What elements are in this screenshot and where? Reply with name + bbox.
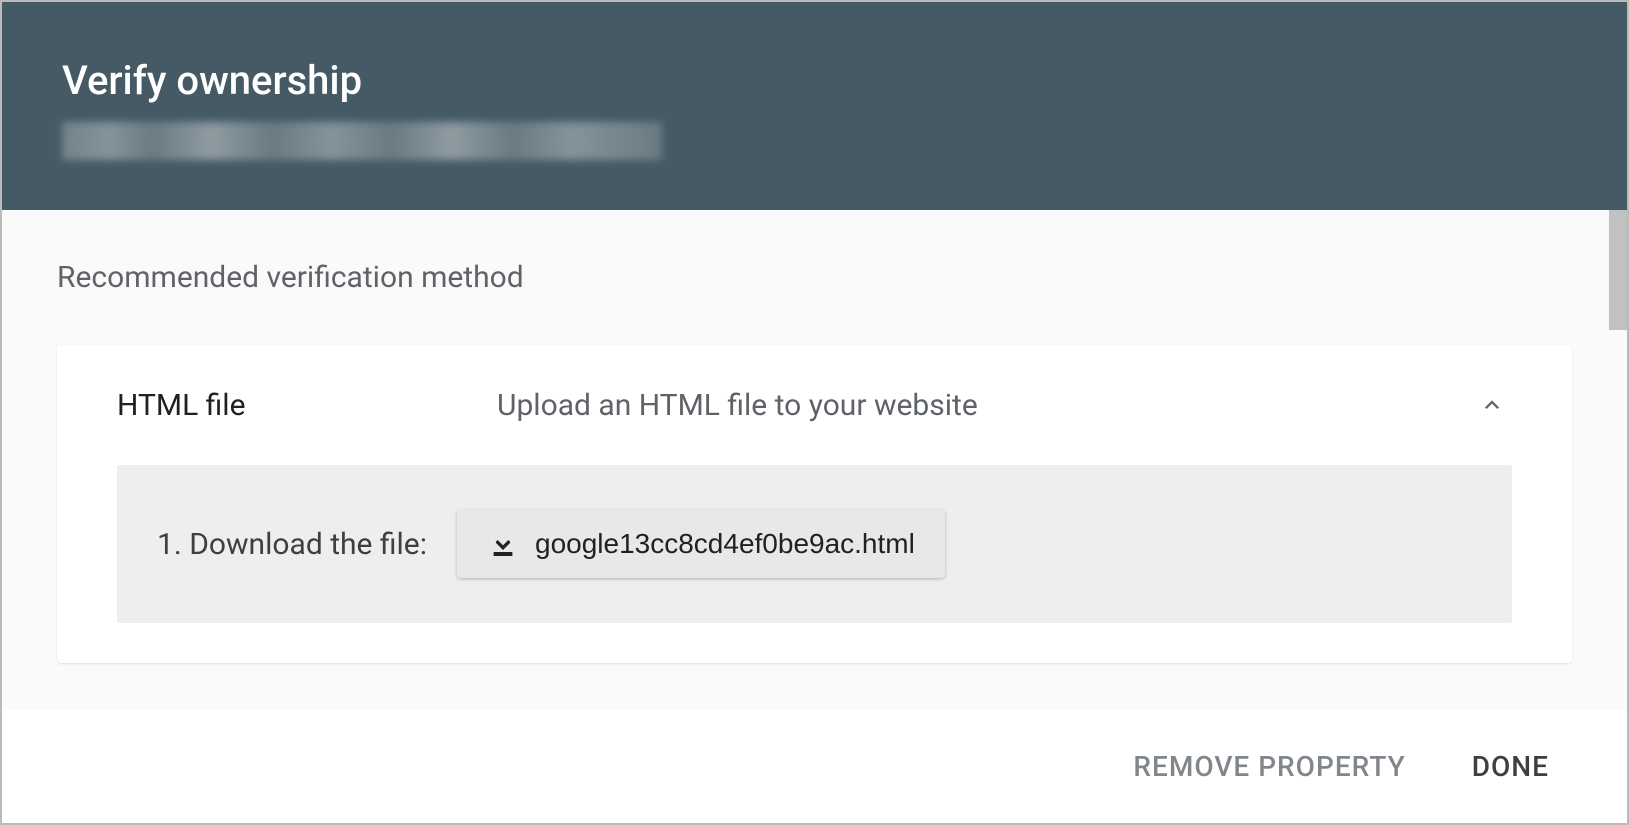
- step-1-container: 1. Download the file: google13cc8cd4ef0b…: [117, 465, 1512, 623]
- chevron-up-icon: [1472, 385, 1512, 425]
- download-filename: google13cc8cd4ef0be9ac.html: [535, 528, 915, 560]
- dialog-footer: REMOVE PROPERTY DONE: [2, 710, 1627, 823]
- download-icon: [487, 528, 519, 560]
- dialog-header: Verify ownership: [2, 2, 1627, 210]
- method-header-toggle[interactable]: HTML file Upload an HTML file to your we…: [57, 345, 1572, 465]
- method-description: Upload an HTML file to your website: [497, 388, 1472, 423]
- step-1-label: 1. Download the file:: [157, 527, 427, 562]
- download-file-button[interactable]: google13cc8cd4ef0be9ac.html: [457, 510, 945, 578]
- verify-ownership-dialog: Verify ownership Recommended verificatio…: [2, 2, 1627, 823]
- remove-property-button[interactable]: REMOVE PROPERTY: [1125, 740, 1413, 793]
- section-label: Recommended verification method: [57, 260, 1572, 295]
- property-url-blurred: [62, 122, 662, 160]
- method-body: 1. Download the file: google13cc8cd4ef0b…: [57, 465, 1572, 663]
- done-button[interactable]: DONE: [1464, 740, 1557, 793]
- verification-method-card: HTML file Upload an HTML file to your we…: [57, 345, 1572, 663]
- method-name: HTML file: [117, 388, 497, 423]
- dialog-content[interactable]: Recommended verification method HTML fil…: [2, 210, 1627, 710]
- scrollbar[interactable]: [1609, 210, 1627, 330]
- dialog-title: Verify ownership: [62, 57, 1567, 104]
